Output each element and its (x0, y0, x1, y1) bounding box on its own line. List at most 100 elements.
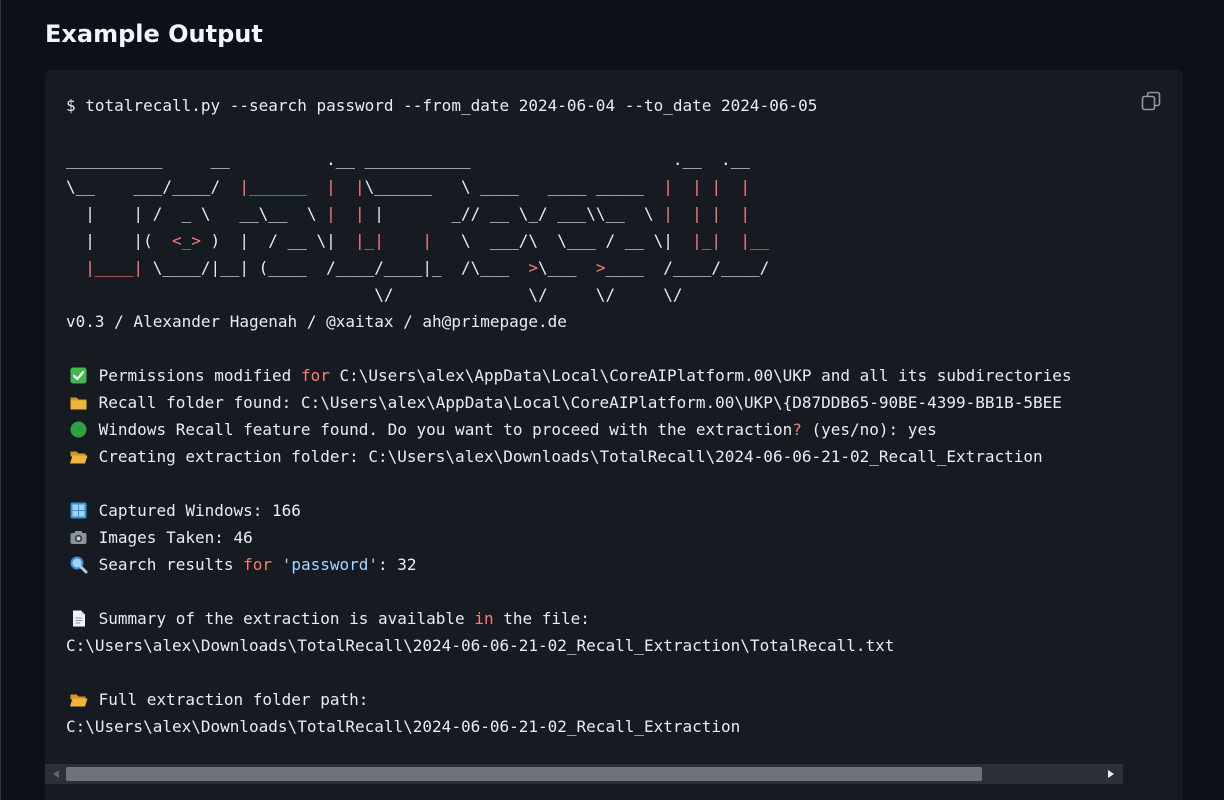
text-token: | _// __ \_/ ___\\__ \ (364, 204, 664, 223)
keyword-token: for (300, 366, 330, 385)
keyword-token: |_| (354, 231, 384, 250)
keyword-token: | (355, 204, 365, 223)
ascii-banner-line: | |( <_> ) | / __ \| |_| | \ ___/\ \___ … (66, 227, 1072, 254)
keyword-token: | (692, 204, 702, 223)
windows-icon (70, 502, 87, 519)
ascii-banner-line: \/ \/ \/ \/ (66, 281, 1072, 308)
keyword-token: | (740, 204, 750, 223)
copy-icon (1141, 91, 1161, 111)
text-token: \ ___/\ \___ / __ \| (432, 231, 693, 250)
status-line: Windows Recall feature found. Do you wan… (66, 416, 1072, 443)
keyword-token: ? (792, 420, 802, 439)
text-token: | | / _ \ __\__ \ (66, 204, 327, 223)
text-token: C:\Users\alex\Downloads\TotalRecall\2024… (66, 636, 895, 655)
ascii-banner-line: \__ ___/____/ |______ | |\______ \ ____ … (66, 173, 1072, 200)
ascii-banner-line: |____| \____/|__| (____ /____/____|_ /\_… (66, 254, 1072, 281)
keyword-token: | (663, 204, 673, 223)
scroll-left-arrow-icon[interactable] (53, 770, 59, 778)
keyword-token: | (422, 231, 433, 250)
keyword-token: | (711, 177, 722, 196)
text-token: Creating extraction folder: C:\Users\ale… (98, 447, 1043, 466)
keyword-token: |______ (239, 177, 307, 196)
code-content: $ totalrecall.py --search password --fro… (66, 92, 1072, 740)
keyword-token: | (711, 204, 722, 223)
keyword-token: > (595, 258, 606, 277)
text-token: C:\Users\alex\AppData\Local\CoreAIPlatfo… (329, 366, 1072, 385)
code-viewport[interactable]: $ totalrecall.py --search password --fro… (45, 70, 1123, 764)
stat-line: Images Taken: 46 (66, 524, 1072, 551)
keyword-token: | (692, 177, 702, 196)
text-token: \____/|__| (____ /____/____|_ /\___ (143, 258, 529, 277)
command-line: $ totalrecall.py --search password --fro… (66, 92, 1072, 119)
text-token: v0.3 / Alexander Hagenah / @xaitax / ah@… (66, 312, 567, 331)
text-token: \/ \/ \/ \/ (66, 285, 683, 304)
credits-line: v0.3 / Alexander Hagenah / @xaitax / ah@… (66, 308, 1072, 335)
text-token: \___ (538, 258, 596, 277)
camera-icon (70, 531, 87, 544)
horizontal-scrollbar[interactable] (45, 764, 1123, 784)
summary-line: Summary of the extraction is available i… (66, 605, 1072, 632)
ascii-banner-line: | | / _ \ __\__ \ | | | _// __ \_/ ___\\… (66, 200, 1072, 227)
status-line: Permissions modified for C:\Users\alex\A… (66, 362, 1072, 389)
check-icon (70, 367, 87, 384)
text-token: \__ ___/____/ (66, 177, 240, 196)
keyword-token: for (243, 555, 273, 574)
open-folder-icon (70, 694, 88, 707)
text-token: ) | / __ \| (200, 231, 355, 250)
keyword-token: | (326, 177, 336, 196)
stat-line: Search results for 'password': 32 (66, 551, 1072, 578)
text-token: Recall folder found: C:\Users\alex\AppDa… (98, 393, 1062, 412)
scroll-right-arrow-icon[interactable] (1108, 770, 1114, 778)
text-token: $ totalrecall.py --search password --fro… (66, 96, 818, 115)
text-token: Windows Recall feature found. Do you wan… (98, 420, 793, 439)
keyword-token: <_> (162, 231, 201, 250)
left-border (0, 0, 1, 800)
document-icon (73, 610, 85, 627)
text-token: Permissions modified (98, 366, 301, 385)
full-path-line: C:\Users\alex\Downloads\TotalRecall\2024… (66, 713, 1072, 740)
text-token: Search results (98, 555, 244, 574)
text-token: the file: (493, 609, 590, 628)
ascii-banner-line: __________ __ .__ ___________ .__ .__ (66, 146, 1072, 173)
copy-button[interactable] (1139, 89, 1163, 113)
keyword-token: | (663, 177, 673, 196)
keyword-token: in (474, 609, 494, 628)
stat-line: Captured Windows: 166 (66, 497, 1072, 524)
scrollbar-thumb[interactable] (66, 767, 982, 781)
text-token: Images Taken: 46 (98, 528, 253, 547)
text-token: C:\Users\alex\Downloads\TotalRecall\2024… (66, 717, 741, 736)
text-token: Full extraction folder path: (98, 690, 369, 709)
text-token: ____ /____/____/ (605, 258, 770, 277)
green-circle-icon (70, 421, 87, 438)
text-token: __________ __ .__ ___________ .__ .__ (66, 150, 750, 169)
keyword-token: | (355, 177, 365, 196)
open-folder-icon (70, 451, 88, 464)
text-token: Summary of the extraction is available (98, 609, 475, 628)
keyword-token: | (740, 177, 750, 196)
text-token: (yes/no): yes (801, 420, 937, 439)
full-path-label-line: Full extraction folder path: (66, 686, 1072, 713)
keyword-token: |_| (692, 231, 722, 250)
status-line: Creating extraction folder: C:\Users\ale… (66, 443, 1072, 470)
text-token: \______ \ ____ ____ _____ (364, 177, 664, 196)
keyword-token: | (326, 204, 336, 223)
keyword-token: |__ (740, 231, 770, 250)
keyword-token: > (528, 258, 539, 277)
